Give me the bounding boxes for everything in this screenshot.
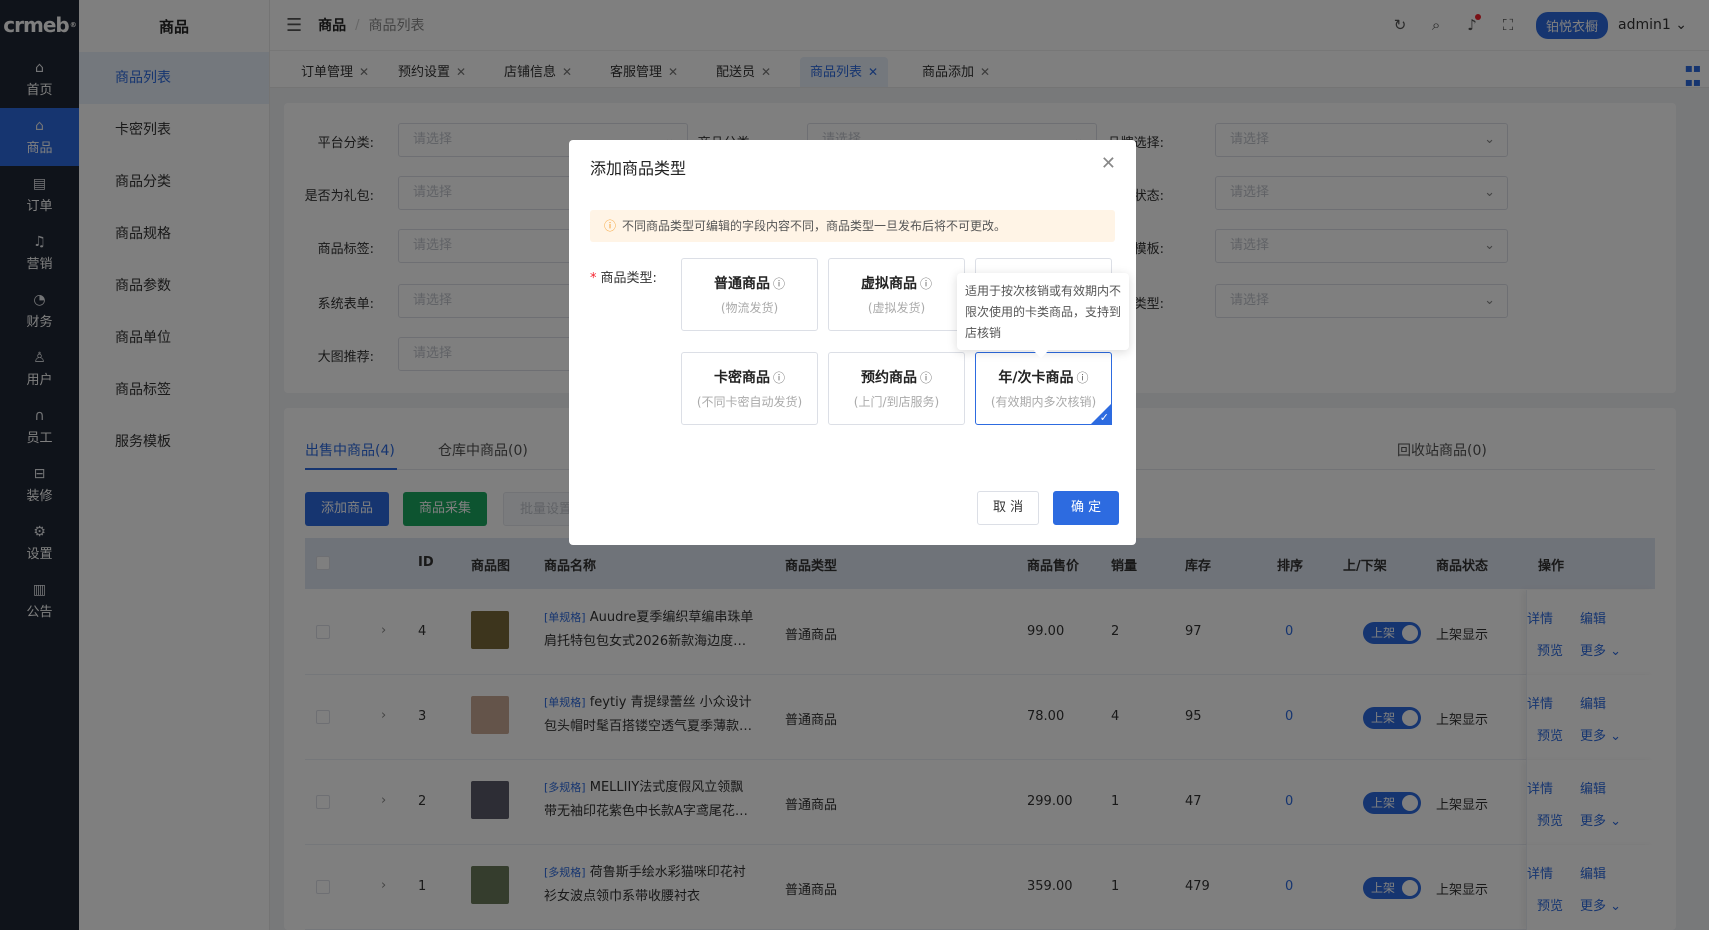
type-card-card-secret[interactable]: 卡密商品 ⓘ (不同卡密自动发货) [681, 352, 818, 425]
type-tooltip: 适用于按次核销或有效期内不限次使用的卡类商品，支持到店核销 [957, 273, 1129, 350]
info-icon[interactable]: ⓘ [773, 277, 785, 291]
type-desc: (上门/到店服务) [853, 395, 940, 409]
type-card-virtual[interactable]: 虚拟商品 ⓘ (虚拟发货) [828, 258, 965, 331]
type-name: 卡密商品 ⓘ [682, 367, 817, 387]
warning-icon: ⓘ [604, 219, 617, 233]
type-name: 普通商品 ⓘ [682, 273, 817, 293]
info-icon[interactable]: ⓘ [920, 277, 932, 291]
cancel-button[interactable]: 取 消 [977, 491, 1040, 525]
type-name-text: 预约商品 [860, 370, 917, 386]
close-icon[interactable]: ✕ [1101, 153, 1116, 174]
type-card-booking[interactable]: 预约商品 ⓘ (上门/到店服务) [828, 352, 965, 425]
warning-alert: ⓘ 不同商品类型可编辑的字段内容不同，商品类型一旦发布后将不可更改。 [590, 210, 1115, 242]
info-icon[interactable]: ⓘ [920, 371, 932, 385]
checkmark-icon: ✓ [1099, 411, 1109, 424]
type-desc: (不同卡密自动发货) [696, 395, 803, 409]
type-desc: (虚拟发货) [867, 301, 926, 315]
type-card-annual-card[interactable]: 年/次卡商品 ⓘ (有效期内多次核销) ✓ [975, 352, 1112, 425]
type-name-text: 卡密商品 [713, 370, 770, 386]
alert-text: 不同商品类型可编辑的字段内容不同，商品类型一旦发布后将不可更改。 [622, 219, 1007, 233]
type-name-text: 年/次卡商品 [998, 370, 1074, 386]
confirm-button[interactable]: 确 定 [1053, 491, 1120, 525]
product-type-label: * 商品类型: [590, 267, 657, 286]
dialog-title: 添加商品类型 [590, 159, 687, 178]
type-name: 虚拟商品 ⓘ [829, 273, 964, 293]
type-desc: (物流发货) [720, 301, 779, 315]
type-name: 预约商品 ⓘ [829, 367, 964, 387]
type-name-text: 虚拟商品 [860, 276, 917, 292]
label-text: 商品类型: [600, 271, 657, 286]
type-card-normal[interactable]: 普通商品 ⓘ (物流发货) [681, 258, 818, 331]
info-icon[interactable]: ⓘ [773, 371, 785, 385]
required-asterisk: * [590, 271, 597, 286]
info-icon[interactable]: ⓘ [1077, 371, 1089, 385]
type-name: 年/次卡商品 ⓘ [976, 367, 1111, 387]
type-name-text: 普通商品 [713, 276, 770, 292]
